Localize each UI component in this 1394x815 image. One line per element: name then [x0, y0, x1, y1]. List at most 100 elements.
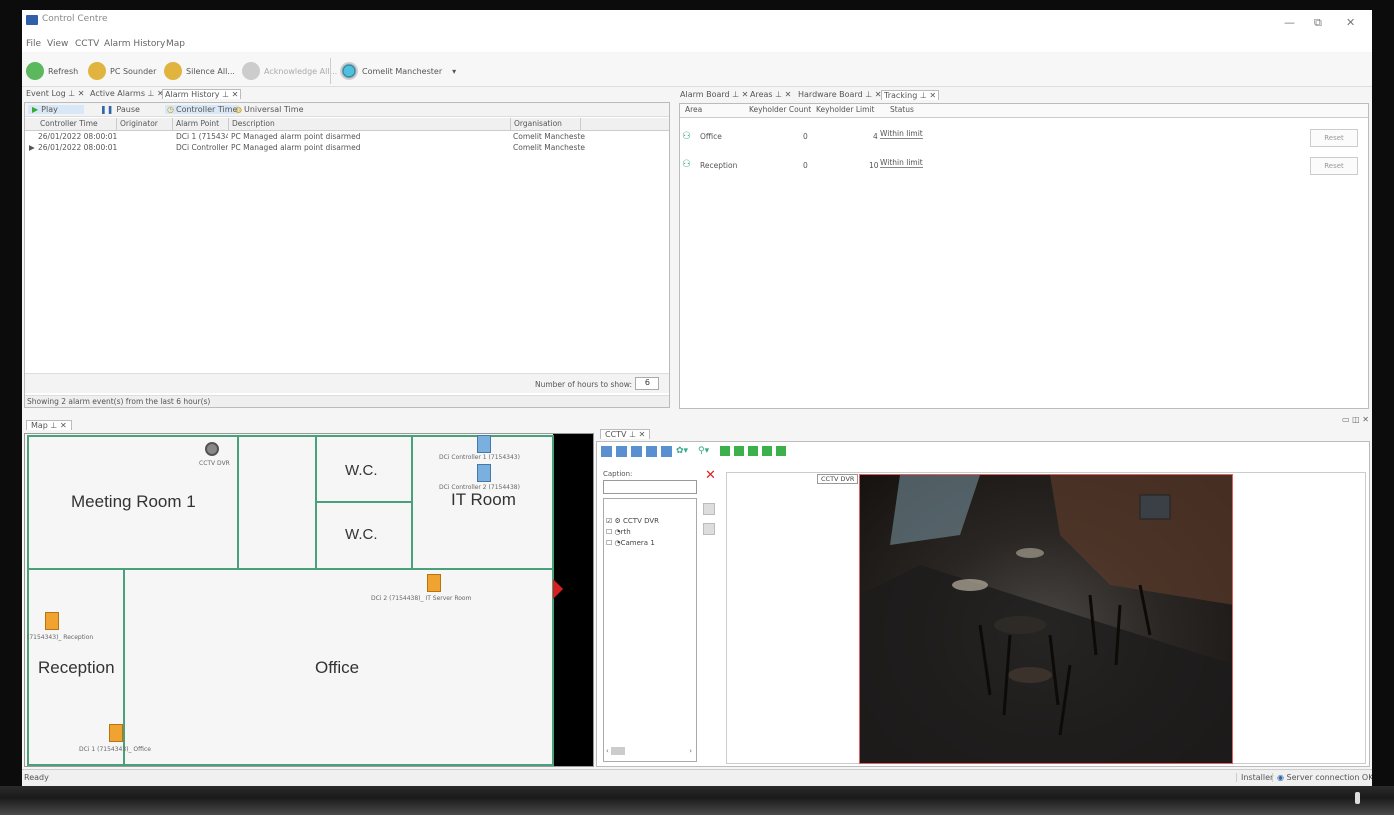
cell-alarm-point: DCi 1 (715434	[176, 132, 228, 141]
universal-time-toggle[interactable]: ◍ Universal Time	[235, 105, 304, 114]
cell-organisation: Comelit Mancheste	[513, 143, 586, 152]
refresh-icon[interactable]: ✿▾	[676, 446, 694, 457]
camera-icon[interactable]	[205, 442, 219, 456]
red-marker-icon	[553, 579, 563, 599]
tab-active-alarms[interactable]: Active Alarms ⊥ ✕	[90, 89, 164, 98]
tab-areas[interactable]: Areas ⊥ ✕	[750, 90, 791, 99]
tracking-pane: Area Keyholder Count Keyholder Limit Sta…	[679, 103, 1369, 409]
column-header[interactable]: Keyholder Count	[746, 104, 811, 116]
toolbar-separator	[330, 58, 331, 84]
column-header[interactable]: Originator	[117, 118, 173, 130]
controller-icon[interactable]	[477, 435, 491, 453]
alarm-grid-header: Controller Time Originator Alarm Point D…	[25, 118, 669, 131]
minimize-button[interactable]: —	[1284, 16, 1295, 29]
door-icon[interactable]	[45, 612, 59, 630]
room-label[interactable]: W.C.	[345, 526, 378, 543]
tree-scrollbar[interactable]: ‹ ›	[606, 747, 694, 759]
rewind-icon[interactable]	[748, 446, 758, 456]
tree-item-camera-1[interactable]: ☐ ◔Camera 1	[606, 539, 655, 547]
camera-feed[interactable]	[859, 474, 1233, 764]
tab-event-log[interactable]: Event Log ⊥ ✕	[26, 89, 85, 98]
acknowledge-all-label: Acknowledge All...	[264, 66, 338, 76]
video-area: CCTV DVR	[726, 472, 1366, 764]
table-row[interactable]: ⚇ Office 0 4 Within limit Reset	[680, 128, 1368, 150]
refresh-icon	[26, 62, 44, 80]
layout-icon[interactable]	[631, 446, 642, 457]
device-label: (7154343)_ Reception	[27, 634, 94, 641]
table-row[interactable]: ⚇ Reception 0 10 Within limit Reset	[680, 156, 1368, 178]
zoom-icon[interactable]: ⚲▾	[698, 446, 716, 457]
hours-stepper[interactable]: 6	[635, 377, 659, 390]
play-button[interactable]: ▶ Play	[28, 105, 84, 114]
menu-view[interactable]: View	[47, 39, 68, 49]
table-row[interactable]: 26/01/2022 08:00:01 DCi 1 (715434 PC Man…	[25, 132, 669, 142]
pc-sounder-button[interactable]: PC Sounder	[88, 60, 156, 82]
pause-button[interactable]: ❚❚ Pause	[100, 105, 140, 114]
tab-tracking[interactable]: Tracking ⊥ ✕	[881, 90, 940, 100]
move-up-button[interactable]	[703, 503, 715, 515]
table-row[interactable]: ▶ 26/01/2022 08:00:01 DCi Controller PC …	[25, 143, 669, 153]
cctv-toolbar: ✿▾ ⚲▾	[601, 446, 821, 460]
column-header[interactable]: Keyholder Limit	[813, 104, 877, 116]
tree-item-cctv-dvr[interactable]: ☑ ⚙ CCTV DVR	[606, 517, 659, 525]
server-status-label: Server connection OK	[1286, 773, 1372, 782]
tab-alarm-history[interactable]: Alarm History ⊥ ✕	[162, 89, 242, 99]
tab-map[interactable]: Map ⊥ ✕	[26, 420, 72, 430]
reset-button[interactable]: Reset	[1310, 157, 1358, 175]
close-button[interactable]: ✕	[1346, 16, 1355, 29]
restore-button[interactable]: ⧉	[1314, 16, 1322, 30]
layout-icon[interactable]	[646, 446, 657, 457]
acknowledge-icon	[242, 62, 260, 80]
door-icon[interactable]	[427, 574, 441, 592]
map-pane[interactable]: Meeting Room 1 W.C. W.C. IT Room Recepti…	[24, 433, 594, 767]
site-selector[interactable]: Comelit Manchester ▾	[340, 60, 456, 82]
menu-alarm-history[interactable]: Alarm History	[104, 39, 165, 49]
cell-status: Within limit	[880, 158, 923, 168]
room-label[interactable]: W.C.	[345, 462, 378, 479]
pause-icon: ❚❚	[100, 105, 114, 114]
menu-cctv[interactable]: CCTV	[75, 39, 99, 49]
column-header[interactable]: Organisation	[511, 118, 581, 130]
acknowledge-all-button[interactable]: Acknowledge All...	[242, 60, 337, 82]
move-down-button[interactable]	[703, 523, 715, 535]
power-led	[1355, 792, 1360, 804]
column-header[interactable]: Controller Time	[37, 118, 117, 130]
controller-icon[interactable]	[477, 464, 491, 482]
tab-cctv[interactable]: CCTV ⊥ ✕	[600, 429, 651, 439]
globe-icon: ◍	[235, 105, 242, 114]
door-icon[interactable]	[109, 724, 123, 742]
cell-description: PC Managed alarm point disarmed	[231, 132, 361, 141]
hours-label: Number of hours to show:	[535, 380, 633, 389]
column-header[interactable]: Area	[682, 104, 738, 116]
layout-icon[interactable]	[601, 446, 612, 457]
column-header[interactable]: Description	[229, 118, 511, 130]
silence-all-button[interactable]: Silence All...	[164, 60, 235, 82]
refresh-button[interactable]: Refresh	[26, 60, 78, 82]
app-icon	[26, 15, 38, 25]
controller-time-toggle[interactable]: ◷ Controller Time	[165, 105, 240, 114]
room-label[interactable]: Meeting Room 1	[71, 492, 196, 512]
room-label[interactable]: Office	[315, 658, 359, 678]
stop-icon[interactable]	[734, 446, 744, 456]
room-label[interactable]: IT Room	[451, 490, 516, 510]
end-icon[interactable]	[776, 446, 786, 456]
menu-file[interactable]: File	[26, 39, 41, 49]
room-label[interactable]: Reception	[38, 658, 115, 678]
column-header[interactable]: Status	[887, 104, 927, 116]
tab-hardware-board[interactable]: Hardware Board ⊥ ✕	[798, 90, 881, 99]
reset-button[interactable]: Reset	[1310, 129, 1358, 147]
tab-alarm-board[interactable]: Alarm Board ⊥ ✕	[680, 90, 748, 99]
app-window: Control Centre — ⧉ ✕ File View CCTV Alar…	[22, 10, 1372, 786]
tree-item-rth[interactable]: ☐ ◔rth	[606, 528, 631, 536]
menu-map[interactable]: Map	[166, 39, 185, 49]
panel-controls[interactable]: ▭ ◫ ✕	[1342, 415, 1369, 424]
server-icon: ◉	[1277, 773, 1284, 782]
play-icon[interactable]	[720, 446, 730, 456]
save-icon[interactable]	[661, 446, 672, 457]
alarm-history-pane: ▶ Play ❚❚ Pause ◷ Controller Time ◍ Univ…	[24, 102, 670, 408]
caption-input[interactable]	[603, 480, 697, 494]
layout-icon[interactable]	[616, 446, 627, 457]
delete-icon[interactable]: ✕	[705, 468, 716, 483]
column-header[interactable]: Alarm Point	[173, 118, 229, 130]
forward-icon[interactable]	[762, 446, 772, 456]
